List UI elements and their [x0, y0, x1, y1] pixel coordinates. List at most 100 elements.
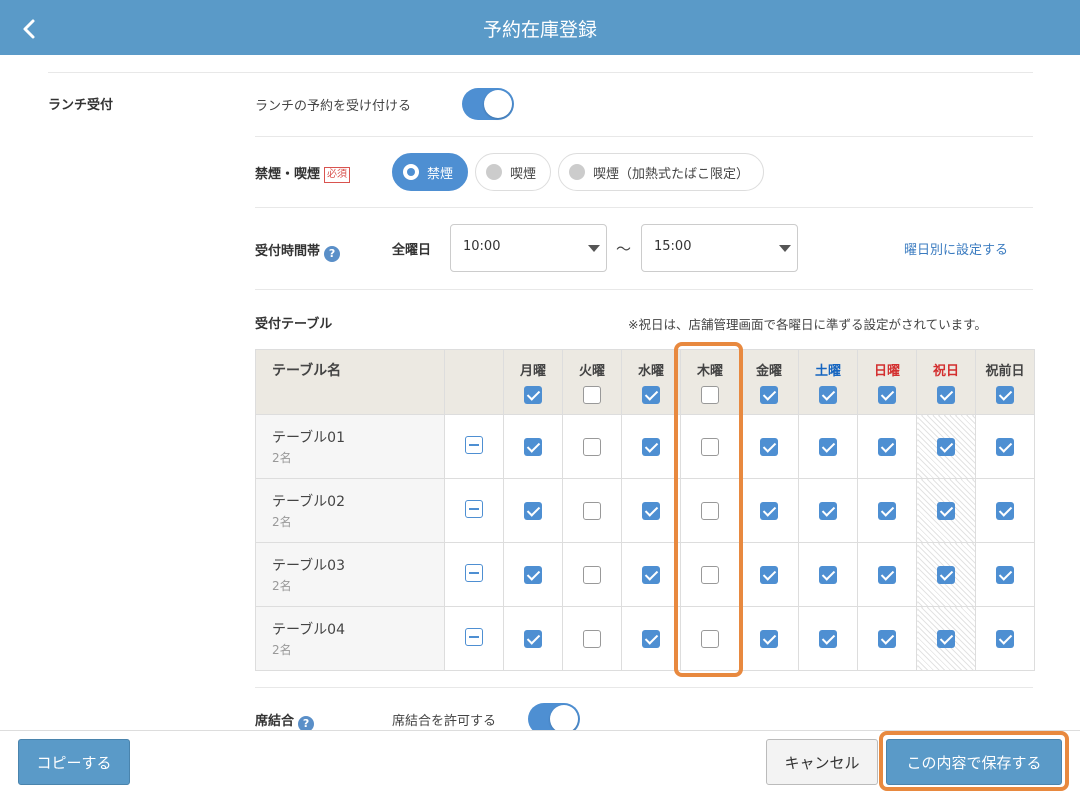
day-checkbox[interactable] — [878, 502, 896, 521]
day-checkbox[interactable] — [760, 438, 778, 457]
table-name-cell: テーブル03 2名 — [255, 542, 445, 607]
end-time-value: 15:00 — [654, 239, 692, 254]
row-action-cell — [444, 414, 504, 479]
page-title: 予約在庫登録 — [482, 19, 597, 41]
footer-bar: コピーする キャンセル この内容で保存する — [0, 730, 1080, 794]
divider — [255, 136, 1033, 137]
day-checkbox[interactable] — [878, 630, 896, 649]
copy-button[interactable]: コピーする — [18, 739, 130, 785]
day-header: 木曜 — [680, 349, 740, 415]
day-checkbox[interactable] — [642, 566, 660, 585]
day-checkbox[interactable] — [701, 502, 719, 521]
table-name: テーブル02 — [272, 494, 345, 510]
help-icon[interactable]: ? — [324, 246, 341, 262]
chevron-down-icon — [779, 245, 791, 252]
day-checkbox[interactable] — [524, 566, 542, 585]
day-checkbox[interactable] — [583, 566, 601, 585]
day-checkbox[interactable] — [819, 566, 837, 585]
divider — [48, 72, 1033, 73]
day-label: 火曜 — [578, 364, 605, 379]
table-row: テーブル04 2名 — [255, 606, 1035, 671]
seat-combine-toggle-label: 席結合を許可する — [392, 714, 497, 729]
day-header: 土曜 — [798, 349, 858, 415]
day-checkbox[interactable] — [819, 502, 837, 521]
day-checkbox[interactable] — [701, 438, 719, 457]
day-select-all-checkbox[interactable] — [996, 386, 1014, 404]
day-select-all-checkbox[interactable] — [642, 386, 660, 404]
day-checkbox[interactable] — [642, 502, 660, 521]
reception-table-grid: テーブル名 月曜 火曜 水曜 木曜 金曜 土曜 日曜 祝日 祝前日 テーブル01… — [255, 349, 1035, 671]
radio-label: 喫煙（加熱式たばこ限定） — [593, 166, 750, 182]
smoking-label-text: 禁煙・喫煙 — [255, 167, 321, 182]
smoking-option-nonsmoking[interactable]: 禁煙 — [392, 153, 469, 191]
day-select-all-checkbox[interactable] — [878, 386, 896, 404]
day-checkbox[interactable] — [996, 566, 1014, 585]
row-toggle-all-icon[interactable] — [465, 627, 483, 646]
day-checkbox[interactable] — [583, 438, 601, 457]
start-time-select[interactable]: 10:00 — [450, 224, 607, 272]
day-checkbox[interactable] — [524, 630, 542, 649]
day-select-all-checkbox[interactable] — [524, 386, 542, 404]
day-checkbox[interactable] — [760, 566, 778, 585]
table-name: テーブル03 — [272, 558, 345, 574]
day-select-all-checkbox[interactable] — [937, 386, 955, 404]
day-checkbox[interactable] — [937, 566, 955, 585]
holiday-note: ※祝日は、店舗管理画面で各曜日に準ずる設定がされています。 — [628, 317, 987, 332]
row-toggle-all-icon[interactable] — [465, 499, 483, 518]
day-checkbox[interactable] — [878, 438, 896, 457]
start-time-value: 10:00 — [463, 239, 501, 254]
day-checkbox[interactable] — [996, 438, 1014, 457]
table-row: テーブル01 2名 — [255, 414, 1035, 479]
day-checkbox[interactable] — [701, 630, 719, 649]
day-label: 祝前日 — [985, 364, 1025, 379]
divider — [255, 207, 1033, 208]
table-name-cell: テーブル04 2名 — [255, 606, 445, 671]
day-checkbox[interactable] — [819, 438, 837, 457]
day-select-all-checkbox[interactable] — [760, 386, 778, 404]
day-checkbox[interactable] — [760, 630, 778, 649]
day-checkbox[interactable] — [937, 438, 955, 457]
table-name-cell: テーブル02 2名 — [255, 478, 445, 543]
day-checkbox[interactable] — [937, 630, 955, 649]
day-header: 日曜 — [857, 349, 917, 415]
day-checkbox[interactable] — [642, 630, 660, 649]
lunch-toggle[interactable] — [462, 88, 514, 120]
lunch-section-label: ランチ受付 — [48, 98, 114, 113]
day-checkbox[interactable] — [524, 438, 542, 457]
divider — [255, 289, 1033, 290]
day-checkbox[interactable] — [760, 502, 778, 521]
day-checkbox[interactable] — [524, 502, 542, 521]
cancel-button[interactable]: キャンセル — [766, 739, 878, 785]
day-label: 木曜 — [696, 364, 723, 379]
day-header: 祝日 — [916, 349, 976, 415]
day-select-all-checkbox[interactable] — [701, 386, 719, 404]
table-capacity: 2名 — [272, 579, 292, 593]
row-toggle-all-icon[interactable] — [465, 435, 483, 454]
row-toggle-all-icon[interactable] — [465, 563, 483, 582]
day-checkbox[interactable] — [996, 630, 1014, 649]
day-checkbox[interactable] — [996, 502, 1014, 521]
save-button[interactable]: この内容で保存する — [886, 739, 1062, 785]
day-checkbox[interactable] — [937, 502, 955, 521]
day-select-all-checkbox[interactable] — [583, 386, 601, 404]
smoking-option-heated-tobacco[interactable]: 喫煙（加熱式たばこ限定） — [558, 153, 765, 191]
reception-tables-label: 受付テーブル — [255, 317, 333, 332]
table-name-header: テーブル名 — [255, 349, 445, 415]
seat-combine-label-text: 席結合 — [255, 714, 295, 729]
day-checkbox[interactable] — [701, 566, 719, 585]
required-badge: 必須 — [324, 167, 351, 183]
day-label: 金曜 — [755, 364, 782, 379]
day-select-all-checkbox[interactable] — [819, 386, 837, 404]
smoking-option-smoking[interactable]: 喫煙 — [475, 153, 552, 191]
day-label: 日曜 — [873, 364, 900, 379]
radio-dot-icon — [569, 164, 585, 180]
radio-label: 禁煙 — [427, 166, 454, 182]
day-checkbox[interactable] — [642, 438, 660, 457]
end-time-select[interactable]: 15:00 — [641, 224, 798, 272]
day-checkbox[interactable] — [583, 502, 601, 521]
day-checkbox[interactable] — [878, 566, 896, 585]
per-day-setting-link[interactable]: 曜日別に設定する — [904, 239, 1008, 258]
day-checkbox[interactable] — [819, 630, 837, 649]
lunch-toggle-label: ランチの予約を受け付ける — [255, 99, 412, 114]
day-checkbox[interactable] — [583, 630, 601, 649]
